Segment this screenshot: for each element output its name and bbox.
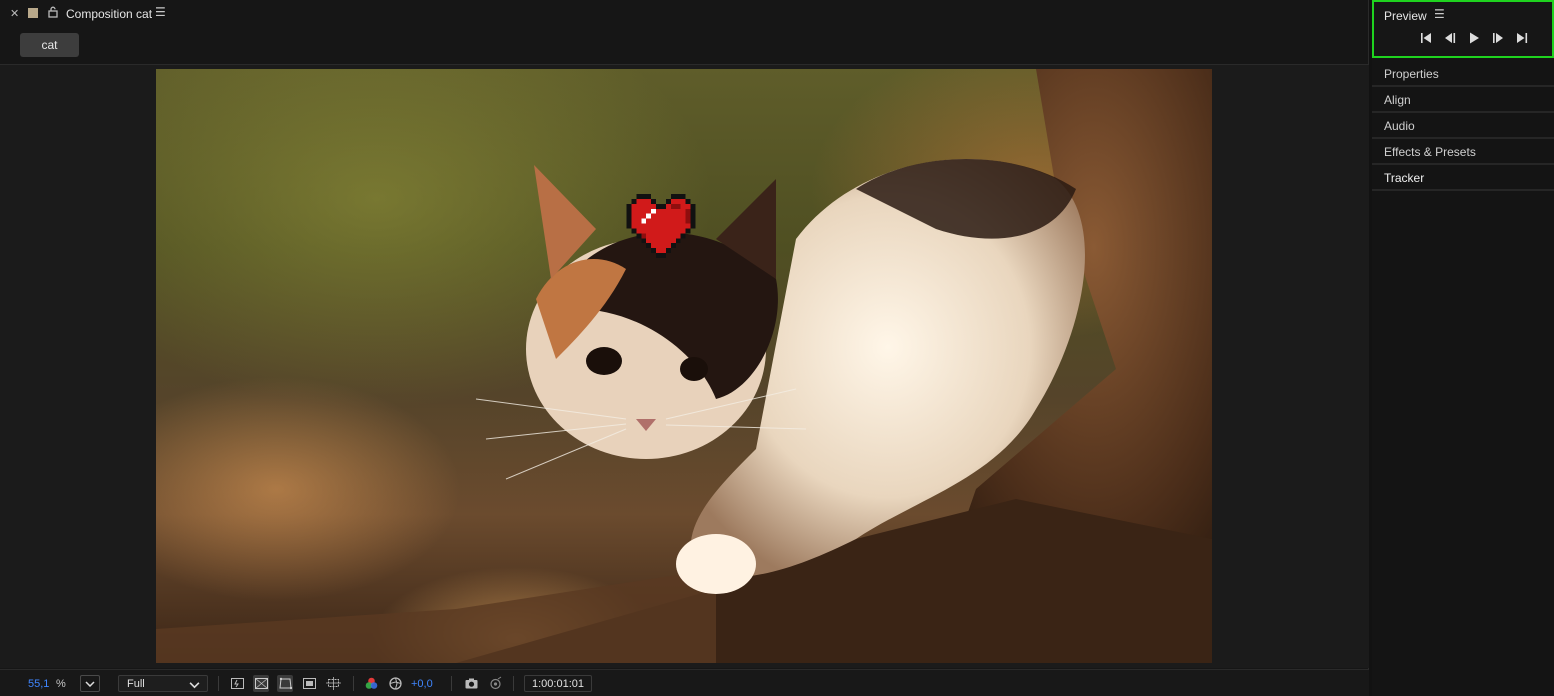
panel-align[interactable]: Align — [1372, 88, 1554, 113]
next-frame-icon[interactable] — [1490, 30, 1506, 46]
current-time-display[interactable]: 1:00:01:01 — [524, 675, 592, 692]
exposure-value[interactable]: +0,0 — [411, 675, 433, 692]
first-frame-icon[interactable] — [1418, 30, 1434, 46]
snapshot-icon[interactable] — [463, 675, 479, 692]
preview-controls — [1418, 30, 1530, 46]
divider — [513, 676, 514, 691]
magnification-unit: % — [56, 677, 66, 690]
mask-visibility-icon[interactable] — [277, 675, 293, 692]
pixel-heart-icon — [626, 194, 696, 258]
resolution-value: Full — [127, 677, 145, 690]
grid-guides-icon[interactable] — [325, 675, 341, 692]
hamburger-menu-icon[interactable]: ☰ — [1434, 7, 1445, 21]
composition-tab-cat[interactable]: cat — [20, 33, 79, 57]
composition-viewer[interactable] — [0, 65, 1369, 668]
chevron-down-icon — [189, 682, 200, 689]
divider — [353, 676, 354, 691]
close-icon[interactable]: ✕ — [10, 7, 19, 20]
hamburger-menu-icon[interactable]: ☰ — [155, 5, 166, 19]
composition-panel: ✕ Composition cat ☰ cat 55,1 % Full +0,0… — [0, 0, 1369, 696]
reset-exposure-icon[interactable] — [387, 675, 403, 692]
app-window: ✕ Composition cat ☰ cat 55,1 % Full +0,0… — [0, 0, 1554, 696]
region-of-interest-icon[interactable] — [301, 675, 317, 692]
lock-icon[interactable] — [47, 6, 59, 18]
preview-panel-title[interactable]: Preview — [1384, 9, 1427, 23]
show-snapshot-icon[interactable] — [487, 675, 503, 692]
preview-panel: Preview ☰ — [1372, 0, 1554, 58]
fast-previews-icon[interactable] — [229, 675, 245, 692]
panel-audio[interactable]: Audio — [1372, 114, 1554, 139]
magnification-value[interactable]: 55,1 — [28, 675, 49, 692]
last-frame-icon[interactable] — [1514, 30, 1530, 46]
panel-effects-presets[interactable]: Effects & Presets — [1372, 140, 1554, 165]
label-color-icon[interactable] — [28, 8, 38, 18]
composition-toolbar: 55,1 % Full +0,0 1:00:01:01 — [0, 669, 1369, 696]
divider — [451, 676, 452, 691]
composition-panel-header: ✕ Composition cat ☰ — [0, 0, 1369, 28]
chevron-down-icon — [85, 680, 95, 687]
divider — [218, 676, 219, 691]
channel-icon[interactable] — [363, 675, 379, 692]
transparency-grid-icon[interactable] — [253, 675, 269, 692]
kitten-footage — [156, 69, 1212, 663]
magnification-dropdown[interactable] — [80, 675, 100, 692]
play-icon[interactable] — [1466, 30, 1482, 46]
panel-properties[interactable]: Properties — [1372, 62, 1554, 87]
panel-tracker[interactable]: Tracker — [1372, 166, 1554, 191]
right-panels: Preview ☰ Properties Align Audio Effects… — [1372, 0, 1554, 696]
previous-frame-icon[interactable] — [1442, 30, 1458, 46]
resolution-select[interactable]: Full — [118, 675, 208, 692]
composition-title: Composition cat — [66, 7, 153, 21]
